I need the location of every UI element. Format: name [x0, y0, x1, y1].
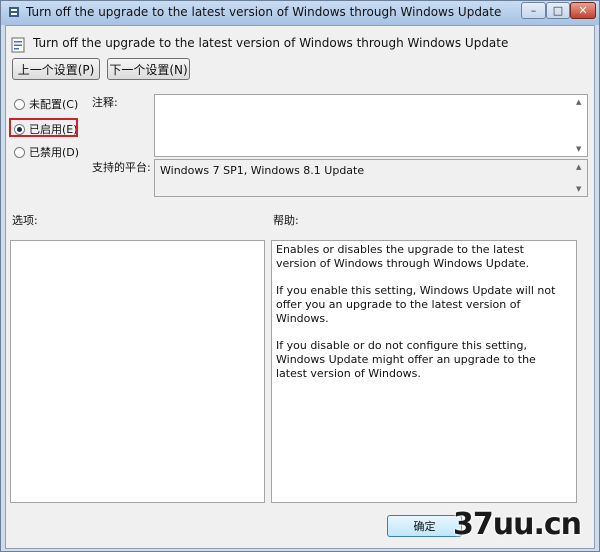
close-button[interactable]: ✕ [570, 2, 596, 19]
comment-label: 注释: [92, 96, 118, 109]
window-title: Turn off the upgrade to the latest versi… [26, 5, 502, 19]
options-pane [10, 240, 265, 503]
platform-value: Windows 7 SP1, Windows 8.1 Update [160, 164, 365, 177]
radio-not-configured-label: 未配置(C) [29, 98, 79, 111]
setting-title: Turn off the upgrade to the latest versi… [33, 36, 509, 50]
policy-setting-icon [11, 37, 25, 53]
help-label: 帮助: [273, 214, 299, 227]
radio-disabled-circle[interactable] [14, 146, 25, 158]
enabled-highlight-box [9, 118, 78, 137]
comment-scrollbar[interactable]: ▲ ▼ [573, 95, 587, 156]
maximize-button[interactable]: □ [546, 2, 570, 19]
platform-scrollbar[interactable]: ▲ ▼ [573, 160, 587, 196]
radio-disabled-label: 已禁用(D) [29, 146, 80, 159]
radio-not-configured-circle[interactable] [14, 98, 25, 110]
previous-setting-button[interactable]: 上一个设置(P) [12, 58, 100, 80]
ok-button[interactable]: 确定 [387, 515, 462, 537]
policy-app-icon [9, 7, 19, 17]
comment-input[interactable]: ▲ ▼ [154, 94, 588, 157]
help-pane: Enables or disables the upgrade to the l… [271, 240, 577, 503]
radio-disabled[interactable]: 已禁用(D) [14, 144, 79, 160]
scroll-up-icon[interactable]: ▲ [576, 163, 581, 171]
dialog-window: Turn off the upgrade to the latest versi… [0, 0, 600, 552]
help-paragraph: If you enable this setting, Windows Upda… [276, 284, 556, 325]
scroll-up-icon[interactable]: ▲ [576, 98, 581, 106]
radio-not-configured[interactable]: 未配置(C) [14, 96, 78, 112]
platform-label: 支持的平台: [92, 161, 151, 174]
scroll-down-icon[interactable]: ▼ [576, 185, 581, 193]
help-text: Enables or disables the upgrade to the l… [276, 243, 556, 394]
minimize-button[interactable]: – [521, 2, 546, 19]
watermark-logo: 37uu.cn [453, 507, 582, 542]
next-setting-button[interactable]: 下一个设置(N) [107, 58, 190, 80]
title-bar[interactable]: Turn off the upgrade to the latest versi… [1, 1, 599, 25]
scroll-down-icon[interactable]: ▼ [576, 145, 581, 153]
help-paragraph: If you disable or do not configure this … [276, 339, 536, 380]
platform-field: Windows 7 SP1, Windows 8.1 Update ▲ ▼ [154, 159, 588, 197]
help-paragraph: Enables or disables the upgrade to the l… [276, 243, 530, 270]
options-label: 选项: [12, 214, 38, 227]
